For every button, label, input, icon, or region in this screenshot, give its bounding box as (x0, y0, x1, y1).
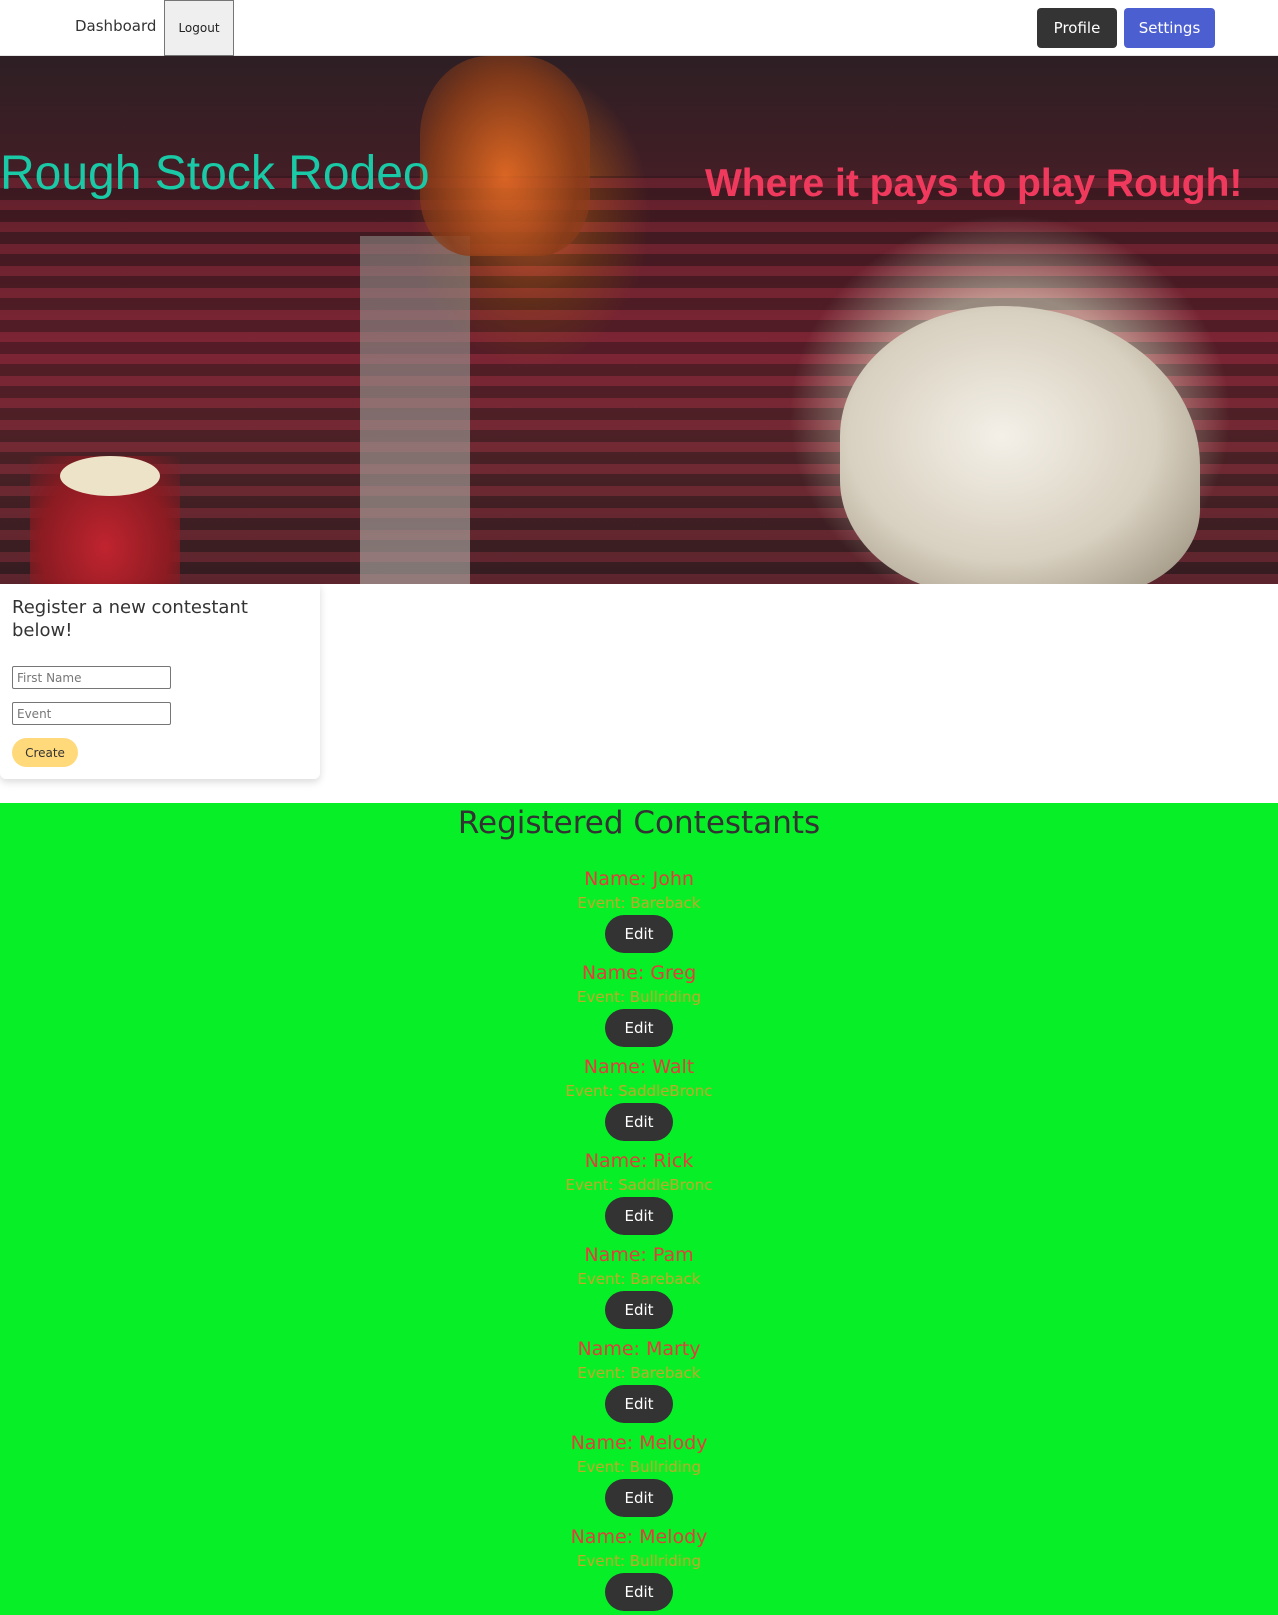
cowboy-hat-image (60, 456, 160, 496)
hero-title: Rough Stock Rodeo (0, 147, 430, 200)
bull-rider-image (420, 56, 590, 256)
hero-tagline: Where it pays to play Rough! (705, 162, 1243, 205)
contestant-event: Event: Bareback (577, 894, 701, 912)
contestant-event: Event: Bareback (577, 1270, 701, 1288)
logout-button[interactable]: Logout (164, 0, 234, 56)
contestant-name: Name: Rick (584, 1150, 694, 1172)
contestants-title: Registered Contestants (457, 805, 821, 841)
register-contestant-form: Register a new contestant below! Create (0, 584, 320, 779)
create-button[interactable]: Create (12, 738, 78, 767)
event-input[interactable] (12, 702, 171, 725)
contestant-event: Event: SaddleBronc (565, 1082, 713, 1100)
contestant-item: Name: Walt Event: SaddleBronc Edit (0, 1055, 1278, 1149)
contestant-name: Name: Pam (584, 1244, 694, 1266)
edit-button[interactable]: Edit (605, 1479, 673, 1517)
nav-dashboard-link[interactable]: Dashboard (75, 17, 156, 35)
settings-button[interactable]: Settings (1124, 8, 1215, 48)
contestant-item: Name: Pam Event: Bareback Edit (0, 1243, 1278, 1337)
edit-button[interactable]: Edit (605, 1573, 673, 1611)
contestant-name: Name: Walt (583, 1056, 695, 1078)
contestant-event: Event: Bullriding (577, 1552, 701, 1570)
contestant-name: Name: Marty (577, 1338, 701, 1360)
contestant-event: Event: Bareback (577, 1364, 701, 1382)
contestant-item: Name: Melody Event: Bullriding Edit (0, 1525, 1278, 1615)
hero-banner: Rough Stock Rodeo Where it pays to play … (0, 56, 1278, 584)
edit-button[interactable]: Edit (605, 1385, 673, 1423)
contestant-item: Name: Rick Event: SaddleBronc Edit (0, 1149, 1278, 1243)
edit-button[interactable]: Edit (605, 915, 673, 953)
contestant-item: Name: Greg Event: Bullriding Edit (0, 961, 1278, 1055)
contestant-item: Name: Melody Event: Bullriding Edit (0, 1431, 1278, 1525)
edit-button[interactable]: Edit (605, 1103, 673, 1141)
edit-button[interactable]: Edit (605, 1291, 673, 1329)
edit-button[interactable]: Edit (605, 1009, 673, 1047)
navbar: Dashboard Logout Profile Settings (0, 0, 1278, 56)
contestant-name: Name: Melody (570, 1526, 708, 1548)
contestant-name: Name: Melody (570, 1432, 708, 1454)
contestant-item: Name: John Event: Bareback Edit (0, 867, 1278, 961)
contestant-item: Name: Marty Event: Bareback Edit (0, 1337, 1278, 1431)
profile-button[interactable]: Profile (1037, 8, 1117, 48)
arena-stairs-image (360, 236, 470, 584)
first-name-input[interactable] (12, 666, 171, 689)
contestant-name: Name: Greg (581, 962, 697, 984)
contestant-event: Event: Bullriding (577, 1458, 701, 1476)
contestant-name: Name: John (584, 868, 694, 890)
form-heading: Register a new contestant below! (12, 597, 248, 641)
registered-contestants-section: Registered Contestants Name: John Event:… (0, 803, 1278, 1615)
edit-button[interactable]: Edit (605, 1197, 673, 1235)
contestant-event: Event: SaddleBronc (565, 1176, 713, 1194)
contestant-event: Event: Bullriding (577, 988, 701, 1006)
